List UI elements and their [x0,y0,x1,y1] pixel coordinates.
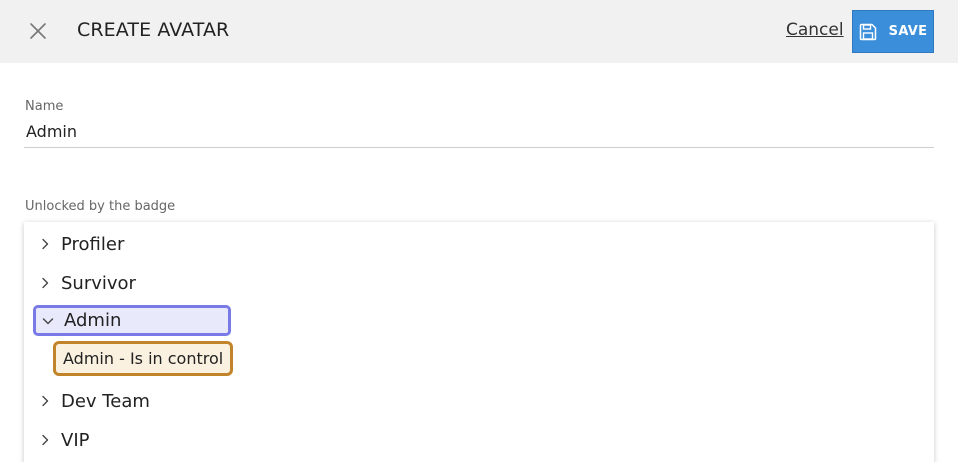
chevron-right-icon [42,434,49,446]
floppy-disk-icon [859,23,876,40]
close-button[interactable] [26,19,50,43]
cancel-button[interactable]: Cancel [786,20,844,40]
badge-field-label: Unlocked by the badge [25,199,176,214]
close-icon [30,23,46,39]
tree-node-admin[interactable]: Admin [33,305,231,336]
chevron-right-icon [42,395,49,407]
tree-node-label: Admin [64,310,122,331]
tree-leaf-admin-is-in-control[interactable]: Admin - Is in control [53,341,234,376]
dialog-header: CREATE AVATAR Cancel SAVE [0,0,958,63]
chevron-right-icon [42,277,49,289]
chevron-down-icon [42,317,54,324]
chevron-right-icon [42,238,49,250]
tree-leaf-label: Admin - Is in control [63,349,224,368]
save-button[interactable]: SAVE [852,10,934,53]
name-input[interactable] [24,116,934,148]
tree-node-profiler[interactable]: Profiler [38,231,124,257]
page-title: CREATE AVATAR [77,19,230,41]
tree-node-dev-team[interactable]: Dev Team [38,388,150,414]
badge-tree: Profiler Survivor Admin Admin - Is in co… [24,222,934,462]
tree-node-label: Profiler [61,233,125,255]
tree-node-survivor[interactable]: Survivor [38,270,136,296]
tree-node-label: Survivor [61,272,136,294]
tree-node-vip[interactable]: VIP [38,427,89,453]
tree-node-label: VIP [61,429,90,451]
tree-node-label: Dev Team [61,390,150,412]
name-field-label: Name [25,99,64,114]
save-button-label: SAVE [888,24,928,39]
